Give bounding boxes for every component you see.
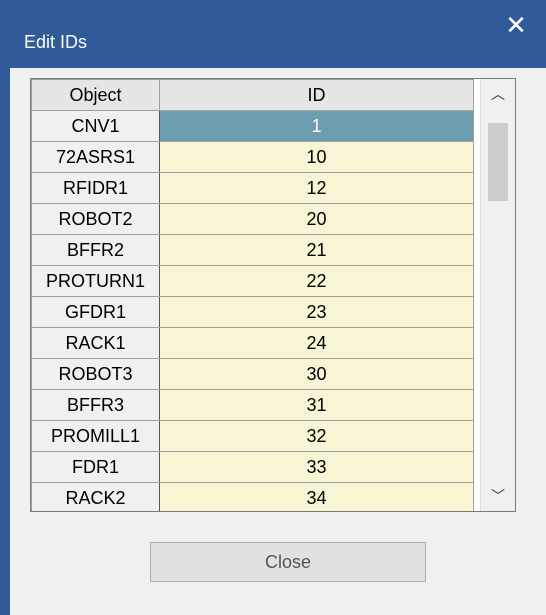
id-cell[interactable]: 24 [159, 327, 474, 359]
column-header-id[interactable]: ID [159, 79, 474, 111]
id-cell[interactable]: 21 [159, 234, 474, 266]
column-header-object[interactable]: Object [31, 79, 160, 111]
ids-table: Object ID CNV1 1 72ASRS1 10 RFIDR1 12 ROBOT2 20… [31, 79, 474, 511]
object-cell[interactable]: FDR1 [31, 451, 160, 483]
scrollbar-thumb[interactable] [488, 123, 508, 201]
table-row[interactable]: CNV1 1 [31, 110, 474, 142]
scroll-up-icon[interactable]: ︿ [481, 79, 515, 109]
table-row[interactable]: BFFR3 31 [31, 389, 474, 421]
close-button[interactable]: Close [150, 542, 426, 582]
object-cell[interactable]: BFFR2 [31, 234, 160, 266]
table-row[interactable]: FDR1 33 [31, 451, 474, 483]
table-row[interactable]: RACK2 34 [31, 482, 474, 511]
id-cell[interactable]: 1 [159, 110, 474, 142]
object-cell[interactable]: ROBOT3 [31, 358, 160, 390]
window-frame-left [0, 68, 10, 615]
header-row: Object ID [31, 79, 474, 111]
table-row[interactable]: RFIDR1 12 [31, 172, 474, 204]
id-cell[interactable]: 33 [159, 451, 474, 483]
id-cell[interactable]: 10 [159, 141, 474, 173]
table-row[interactable]: PROTURN1 22 [31, 265, 474, 297]
dialog-body: Object ID CNV1 1 72ASRS1 10 RFIDR1 12 ROBOT2 20… [10, 68, 546, 615]
title-bar[interactable]: Edit IDs ✕ [0, 0, 546, 68]
id-cell[interactable]: 20 [159, 203, 474, 235]
edit-ids-dialog: Edit IDs ✕ Object ID CNV1 1 72ASRS1 10 RFIDR… [0, 0, 546, 615]
object-cell[interactable]: RFIDR1 [31, 172, 160, 204]
table-row[interactable]: RACK1 24 [31, 327, 474, 359]
id-cell[interactable]: 31 [159, 389, 474, 421]
object-cell[interactable]: RACK1 [31, 327, 160, 359]
table-row[interactable]: 72ASRS1 10 [31, 141, 474, 173]
table-row[interactable]: PROMILL1 32 [31, 420, 474, 452]
table-row[interactable]: GFDR1 23 [31, 296, 474, 328]
object-cell[interactable]: BFFR3 [31, 389, 160, 421]
table-row[interactable]: BFFR2 21 [31, 234, 474, 266]
id-cell[interactable]: 30 [159, 358, 474, 390]
object-cell[interactable]: RACK2 [31, 482, 160, 511]
ids-grid: Object ID CNV1 1 72ASRS1 10 RFIDR1 12 ROBOT2 20… [30, 78, 516, 512]
scroll-down-icon[interactable]: ﹀ [481, 481, 515, 511]
object-cell[interactable]: GFDR1 [31, 296, 160, 328]
object-cell[interactable]: PROMILL1 [31, 420, 160, 452]
id-cell[interactable]: 12 [159, 172, 474, 204]
dialog-title: Edit IDs [24, 32, 88, 52]
vertical-scrollbar[interactable]: ︿ ﹀ [480, 79, 515, 511]
close-icon[interactable]: ✕ [486, 0, 546, 50]
table-row[interactable]: ROBOT2 20 [31, 203, 474, 235]
id-cell[interactable]: 23 [159, 296, 474, 328]
id-cell[interactable]: 22 [159, 265, 474, 297]
object-cell[interactable]: PROTURN1 [31, 265, 160, 297]
object-cell[interactable]: ROBOT2 [31, 203, 160, 235]
object-cell[interactable]: 72ASRS1 [31, 141, 160, 173]
table-row[interactable]: ROBOT3 30 [31, 358, 474, 390]
id-cell[interactable]: 32 [159, 420, 474, 452]
id-cell[interactable]: 34 [159, 482, 474, 511]
object-cell[interactable]: CNV1 [31, 110, 160, 142]
